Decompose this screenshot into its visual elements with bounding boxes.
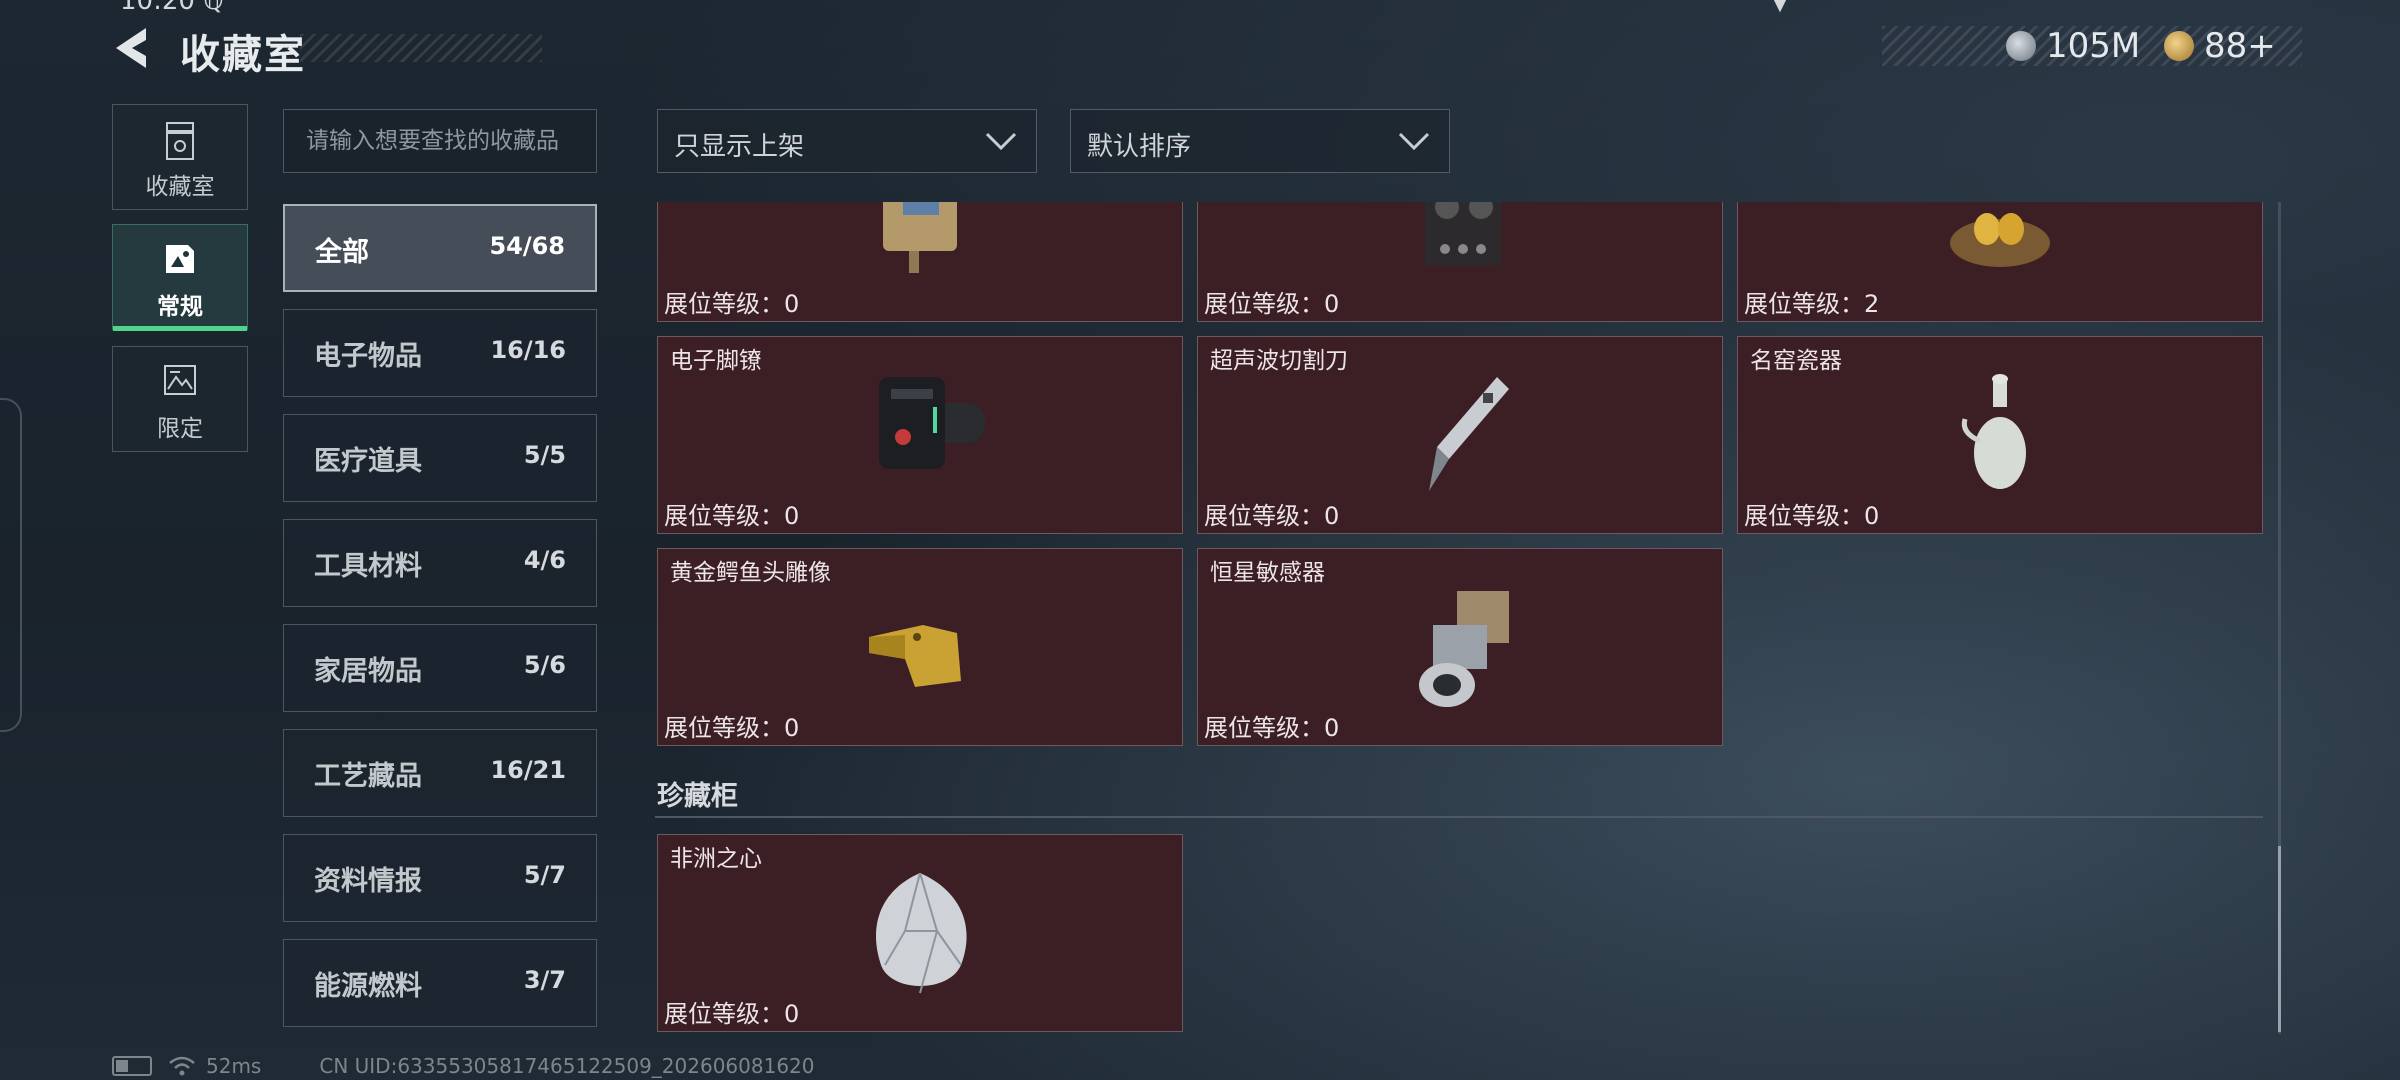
collectible-level: 展位等级：0 <box>664 1000 800 1028</box>
treasure-cabinet-title: 珍藏柜 <box>657 781 738 812</box>
category-electronics[interactable]: 电子物品 16/16 <box>283 309 597 397</box>
currency-badge: 88+ <box>2164 26 2276 66</box>
collectible-name: 恒星敏感器 <box>1210 560 1325 586</box>
ankle-monitor-icon <box>879 377 985 469</box>
collectible-card[interactable]: 恒星敏感器 展位等级：0 <box>1197 548 1723 746</box>
wifi-icon <box>169 1056 195 1076</box>
sort-value: 默认排序 <box>1087 132 1192 162</box>
collectible-name: 超声波切割刀 <box>1210 348 1348 374</box>
category-count: 16/16 <box>490 336 566 364</box>
category-all[interactable]: 全部 54/68 <box>283 204 597 292</box>
golden-nest-icon <box>1950 213 2050 267</box>
chevron-down-icon <box>985 132 1017 151</box>
ping-value: 52ms <box>206 1054 262 1078</box>
search-input[interactable] <box>284 110 596 172</box>
nav-tab-label: 常规 <box>157 294 203 320</box>
title-decoration <box>300 34 542 62</box>
category-name: 工艺藏品 <box>314 761 422 792</box>
collectible-name: 电子脚镣 <box>670 348 762 374</box>
collectible-level: 展位等级：0 <box>1204 714 1340 742</box>
collectible-level: 展位等级：0 <box>664 290 800 318</box>
device-icon <box>883 202 957 273</box>
top-status-clip: 10:20 ℚ <box>120 0 224 16</box>
category-medical[interactable]: 医疗道具 5/5 <box>283 414 597 502</box>
vase-icon <box>166 122 194 160</box>
nav-tab-label: 收藏室 <box>145 174 215 200</box>
search-box[interactable] <box>283 109 597 173</box>
category-name: 全部 <box>315 237 369 268</box>
collectible-card[interactable]: 黄金鳄鱼头雕像 展位等级：0 <box>657 548 1183 746</box>
reel-recorder-icon <box>1425 202 1501 265</box>
section-divider <box>655 816 2263 818</box>
category-fuel[interactable]: 能源燃料 3/7 <box>283 939 597 1027</box>
collectible-name: 黄金鳄鱼头雕像 <box>670 560 831 586</box>
collectible-level: 展位等级：0 <box>1204 290 1340 318</box>
nav-tab-label: 限定 <box>157 416 203 442</box>
collectible-card[interactable]: 展位等级：2 <box>1737 202 2263 322</box>
collectible-name: 非洲之心 <box>670 846 762 872</box>
gold-crocodile-icon <box>869 625 961 687</box>
display-filter-value: 只显示上架 <box>674 132 805 162</box>
mountain-icon <box>164 365 196 395</box>
porcelain-vase-icon <box>1961 374 2026 489</box>
category-household[interactable]: 家居物品 5/6 <box>283 624 597 712</box>
category-name: 医疗道具 <box>314 446 422 477</box>
collectible-name: 名窑瓷器 <box>1750 348 1842 374</box>
collectible-level: 展位等级：2 <box>1744 290 1880 318</box>
category-tools[interactable]: 工具材料 4/6 <box>283 519 597 607</box>
collectible-card[interactable]: 名窑瓷器 展位等级：0 <box>1737 336 2263 534</box>
picture-icon <box>166 245 194 273</box>
category-count: 54/68 <box>489 232 565 260</box>
collectible-card[interactable]: 电子脚镣 展位等级：0 <box>657 336 1183 534</box>
side-drawer-handle[interactable] <box>0 398 22 732</box>
category-count: 5/7 <box>523 861 566 889</box>
collectible-card[interactable]: 展位等级：0 <box>657 202 1183 322</box>
sort-dropdown[interactable]: 默认排序 <box>1070 109 1450 173</box>
category-count: 5/6 <box>523 651 566 679</box>
medal-icon <box>2164 31 2194 61</box>
user-uid: CN UID:63355305817465122509_202606081620 <box>319 1054 815 1078</box>
category-count: 4/6 <box>523 546 566 574</box>
category-crafts[interactable]: 工艺藏品 16/21 <box>283 729 597 817</box>
scrollbar-thumb[interactable] <box>2278 846 2281 1032</box>
collectible-card[interactable]: 超声波切割刀 展位等级：0 <box>1197 336 1723 534</box>
ultrasonic-knife-icon <box>1429 377 1509 491</box>
category-count: 16/21 <box>490 756 566 784</box>
nav-tab-collection-room[interactable]: 收藏室 <box>112 104 248 210</box>
page-title: 收藏室 <box>180 32 306 78</box>
category-name: 能源燃料 <box>314 971 422 1002</box>
nav-tab-limited[interactable]: 限定 <box>112 346 248 452</box>
category-name: 电子物品 <box>314 341 422 372</box>
status-bar: 52ms CN UID:63355305817465122509_2026060… <box>112 1054 815 1078</box>
collectible-card[interactable]: 非洲之心 展位等级：0 <box>657 834 1183 1032</box>
category-count: 3/7 <box>523 966 566 994</box>
currency-badge-value: 88+ <box>2204 26 2276 66</box>
category-intel[interactable]: 资料情报 5/7 <box>283 834 597 922</box>
nav-tab-regular[interactable]: 常规 <box>112 224 248 331</box>
category-name: 家居物品 <box>314 656 422 687</box>
currency-coin-value: 105M <box>2046 26 2141 66</box>
collectible-card[interactable]: 展位等级：0 <box>1197 202 1723 322</box>
chevron-down-icon <box>1398 132 1430 151</box>
collectible-level: 展位等级：0 <box>664 502 800 530</box>
collectible-level: 展位等级：0 <box>1204 502 1340 530</box>
display-filter-dropdown[interactable]: 只显示上架 <box>657 109 1037 173</box>
category-count: 5/5 <box>523 441 566 469</box>
battery-icon <box>112 1056 152 1076</box>
back-arrow-icon[interactable] <box>112 26 152 70</box>
collectible-level: 展位等级：0 <box>1744 502 1880 530</box>
coin-icon <box>2006 31 2036 61</box>
diamond-icon <box>875 872 967 994</box>
category-name: 资料情报 <box>314 866 422 897</box>
currency-coin: 105M <box>2006 26 2140 66</box>
star-sensor-icon <box>1419 591 1509 707</box>
collectible-level: 展位等级：0 <box>664 714 800 742</box>
top-right-status-clip: ▼ <box>1770 0 1790 16</box>
category-name: 工具材料 <box>314 551 422 582</box>
collection-grid[interactable]: 展位等级：0 展位等级：0 展位等级：2 电子脚镣 展位等级：0 超声波切割刀 … <box>655 202 2265 1034</box>
